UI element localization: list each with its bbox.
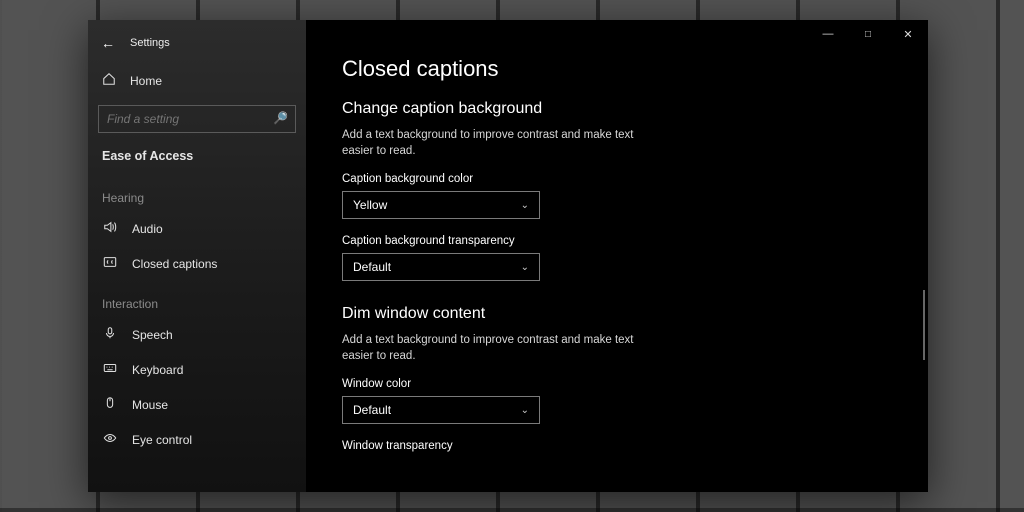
settings-window: ← Settings Home 🔍 Ease of Access Hearing…	[88, 20, 928, 492]
sidebar-item-closed-captions[interactable]: Closed captions	[88, 246, 306, 281]
mouse-icon	[102, 396, 118, 413]
search-input[interactable]	[98, 105, 296, 133]
close-icon: ✕	[903, 28, 912, 41]
maximize-button[interactable]: □	[848, 20, 888, 48]
field-label: Window color	[342, 378, 928, 390]
caption-bg-color-dropdown[interactable]: Yellow ⌄	[342, 191, 540, 219]
chevron-down-icon: ⌄	[521, 405, 529, 416]
sidebar-item-keyboard[interactable]: Keyboard	[88, 352, 306, 387]
dropdown-value: Yellow	[353, 198, 387, 212]
home-label: Home	[130, 74, 162, 88]
section-description: Add a text background to improve contras…	[342, 333, 662, 364]
sidebar-item-home[interactable]: Home	[88, 62, 306, 99]
caption-bg-transparency-dropdown[interactable]: Default ⌄	[342, 253, 540, 281]
sidebar-item-label: Mouse	[132, 398, 168, 412]
cc-icon	[102, 255, 118, 272]
window-controls: — □ ✕	[808, 20, 928, 48]
sidebar-item-label: Audio	[132, 222, 163, 236]
section-title: Dim window content	[342, 305, 928, 323]
group-label-hearing: Hearing	[88, 175, 306, 211]
titlebar-left: ← Settings	[88, 32, 306, 54]
home-icon	[102, 72, 116, 89]
main-content: — □ ✕ Closed captions Change caption bac…	[306, 20, 928, 492]
sidebar-item-eye-control[interactable]: Eye control	[88, 422, 306, 457]
eye-icon	[102, 431, 118, 448]
field-label: Caption background transparency	[342, 235, 928, 247]
section-title: Change caption background	[342, 100, 928, 118]
sidebar-item-speech[interactable]: Speech	[88, 317, 306, 352]
chevron-down-icon: ⌄	[521, 200, 529, 211]
minimize-icon: —	[823, 28, 834, 40]
speaker-icon	[102, 220, 118, 237]
keyboard-icon	[102, 361, 118, 378]
close-button[interactable]: ✕	[888, 20, 928, 48]
page-title: Closed captions	[342, 56, 928, 82]
sidebar-item-label: Speech	[132, 328, 173, 342]
category-label: Ease of Access	[88, 143, 306, 175]
dropdown-value: Default	[353, 403, 391, 417]
group-label-interaction: Interaction	[88, 281, 306, 317]
window-color-dropdown[interactable]: Default ⌄	[342, 396, 540, 424]
minimize-button[interactable]: —	[808, 20, 848, 48]
arrow-left-icon: ←	[101, 35, 115, 51]
maximize-icon: □	[865, 29, 871, 40]
sidebar-item-label: Keyboard	[132, 363, 183, 377]
sidebar-item-mouse[interactable]: Mouse	[88, 387, 306, 422]
sidebar: ← Settings Home 🔍 Ease of Access Hearing…	[88, 20, 306, 492]
dropdown-value: Default	[353, 260, 391, 274]
sidebar-item-audio[interactable]: Audio	[88, 211, 306, 246]
field-label: Window transparency	[342, 440, 928, 452]
search-icon: 🔍	[273, 111, 288, 125]
mic-icon	[102, 326, 118, 343]
chevron-down-icon: ⌄	[521, 262, 529, 273]
field-label: Caption background color	[342, 173, 928, 185]
scrollbar[interactable]	[923, 290, 925, 360]
sidebar-item-label: Eye control	[132, 433, 192, 447]
back-button[interactable]: ←	[94, 29, 122, 57]
sidebar-item-label: Closed captions	[132, 257, 217, 271]
search-container: 🔍	[88, 99, 306, 143]
section-description: Add a text background to improve contras…	[342, 128, 662, 159]
app-title: Settings	[130, 37, 170, 49]
